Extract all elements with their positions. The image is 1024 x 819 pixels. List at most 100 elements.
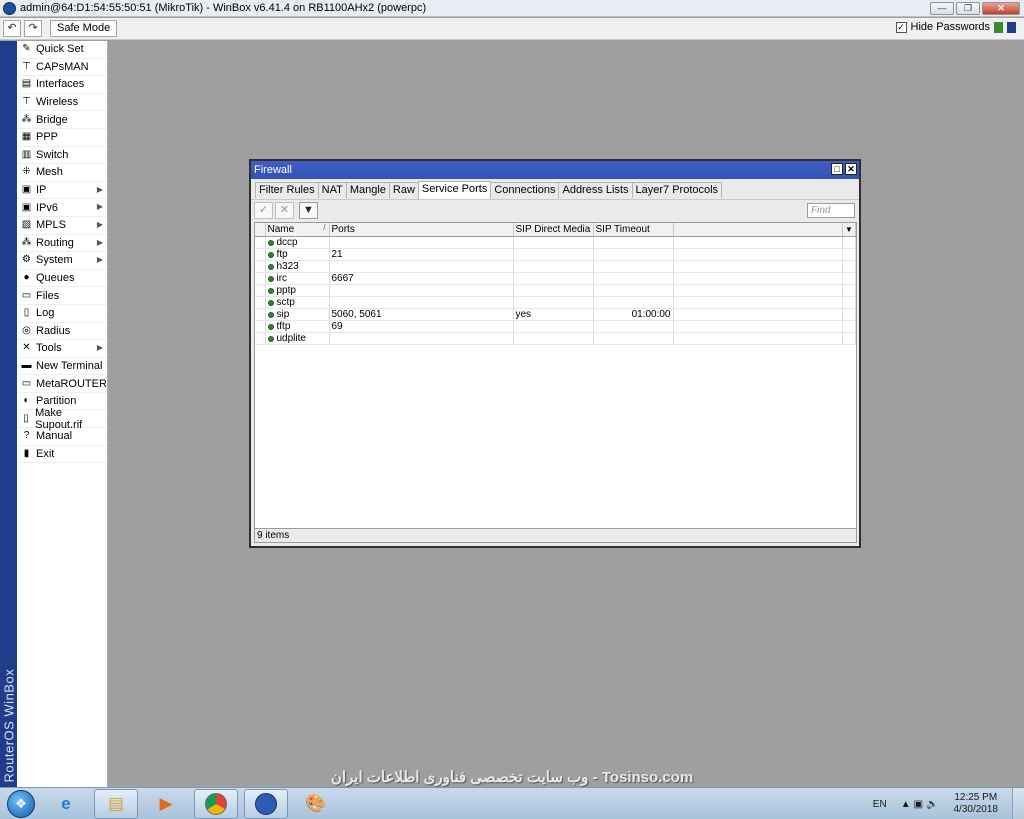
row-gutter (255, 308, 266, 321)
cell-empty (673, 248, 843, 261)
sidebar-item-ipv6[interactable]: ▣ IPv6 ▶ (17, 199, 107, 217)
submenu-arrow-icon: ▶ (96, 255, 103, 265)
sidebar-item-label: PPP (36, 131, 59, 144)
volume-icon[interactable]: 🔈 (926, 799, 941, 810)
submenu-arrow-icon: ▶ (96, 184, 103, 194)
sidebar-item-system[interactable]: ⚙ System ▶ (17, 252, 107, 270)
firewall-title-bar[interactable]: Firewall □ ✕ (251, 161, 859, 179)
column-header-sip-timeout[interactable]: SIP Timeout (593, 223, 674, 237)
minimize-button[interactable]: — (930, 1, 954, 15)
cell-sip-direct-media (513, 248, 594, 261)
sidebar-item-radius[interactable]: ◎ Radius (17, 323, 107, 341)
sidebar-item-interfaces[interactable]: ▤ Interfaces (17, 76, 107, 94)
undo-icon[interactable]: ↶ (3, 20, 21, 37)
ppp-icon: ▦ (21, 131, 32, 143)
cell-sip-timeout (593, 320, 674, 333)
sidebar-item-routing[interactable]: ⁂ Routing ▶ (17, 235, 107, 253)
file-explorer-icon[interactable]: ▤ (94, 788, 138, 819)
table-row[interactable]: pptp (255, 284, 856, 297)
tab-layer7-protocols[interactable]: Layer7 Protocols (631, 182, 723, 198)
table-row[interactable]: dccp (255, 236, 856, 249)
queues-icon: ● (23, 272, 30, 284)
table-row[interactable]: sip 5060, 5061 yes 01:00:00 (255, 308, 856, 321)
close-button[interactable]: ✕ (982, 1, 1020, 15)
start-button[interactable]: ❖ (4, 788, 38, 819)
safe-mode-button[interactable]: Safe Mode (50, 20, 118, 37)
sidebar-item-metarouter[interactable]: ▭ MetaROUTER (17, 375, 107, 393)
tab-filter-rules[interactable]: Filter Rules (255, 182, 319, 198)
paint-icon[interactable]: 🎨 (294, 789, 338, 819)
cell-sip-timeout (593, 236, 674, 249)
cell-name: pptp (265, 284, 330, 297)
tab-nat[interactable]: NAT (317, 182, 347, 198)
sidebar-item-log[interactable]: ▯ Log (17, 305, 107, 323)
sidebar-item-label: Files (36, 289, 60, 302)
sidebar-item-label: Manual (36, 430, 73, 443)
sidebar-item-tools[interactable]: ✕ Tools ▶ (17, 340, 107, 358)
chrome-icon[interactable] (194, 788, 238, 819)
sidebar-item-new-terminal[interactable]: ▬ New Terminal (17, 358, 107, 376)
table-row[interactable]: h323 (255, 260, 856, 273)
sidebar-item-ppp[interactable]: ▦ PPP (17, 129, 107, 147)
cell-name-text: ftp (276, 248, 288, 260)
enable-icon[interactable]: ✓ (254, 202, 273, 219)
show-desktop-button[interactable] (1012, 788, 1024, 819)
cell-name-text: irc (276, 272, 288, 284)
table-row[interactable]: irc 6667 (255, 272, 856, 285)
redo-icon[interactable]: ↷ (24, 20, 42, 37)
sidebar-item-manual[interactable]: ? Manual (17, 428, 107, 446)
cell-sip-timeout: 01:00:00 (593, 308, 674, 321)
sidebar-item-exit[interactable]: ▮ Exit (17, 446, 107, 464)
maximize-icon[interactable]: □ (831, 163, 843, 175)
sidebar-item-bridge[interactable]: ⁂ Bridge (17, 111, 107, 129)
table-row[interactable]: udplite (255, 332, 856, 345)
cell-empty (842, 248, 856, 261)
language-indicator[interactable]: EN (873, 799, 887, 810)
network-icon[interactable]: ▣ (914, 799, 926, 810)
sidebar-item-mesh[interactable]: ⁜ Mesh (17, 164, 107, 182)
restore-button[interactable]: ❐ (956, 1, 980, 15)
sidebar-item-label: Tools (36, 342, 62, 355)
filter-icon[interactable]: ▼ (299, 202, 318, 219)
chevron-up-icon[interactable]: ▲ (901, 799, 914, 810)
clock[interactable]: 12:25 PM 4/30/2018 (954, 792, 999, 816)
ipv6-icon: ▣ (21, 201, 32, 213)
sidebar-item-wireless[interactable]: ⊤ Wireless (17, 94, 107, 112)
table-row[interactable]: tftp 69 (255, 320, 856, 333)
sidebar-item-quick-set[interactable]: ✎ Quick Set (17, 41, 107, 59)
tab-raw[interactable]: Raw (388, 182, 419, 198)
sidebar-item-label: Partition (36, 395, 77, 408)
cell-ports: 21 (329, 248, 514, 261)
tab-address-lists[interactable]: Address Lists (558, 182, 633, 198)
tab-connections[interactable]: Connections (490, 182, 560, 198)
tab-mangle[interactable]: Mangle (345, 182, 390, 198)
column-header-sip-direct-media[interactable]: SIP Direct Media (513, 223, 594, 237)
sidebar-item-queues[interactable]: ● Queues (17, 270, 107, 288)
cell-empty (842, 284, 856, 297)
sidebar-item-switch[interactable]: ▥ Switch (17, 147, 107, 165)
sidebar-item-label: MPLS (36, 219, 66, 232)
cell-sip-timeout (593, 260, 674, 273)
close-icon[interactable]: ✕ (845, 163, 857, 175)
winbox-icon[interactable] (244, 788, 288, 819)
find-input[interactable]: Find (807, 203, 855, 218)
cell-sip-direct-media (513, 236, 594, 249)
columns-dropdown-icon[interactable]: ▼ (842, 223, 856, 237)
column-header-ports[interactable]: Ports (329, 223, 514, 237)
disable-icon[interactable]: ✕ (275, 202, 294, 219)
sidebar-item-make-supout-rif[interactable]: ▯ Make Supout.rif (17, 407, 107, 431)
hide-passwords-checkbox[interactable]: ✓ (895, 21, 907, 33)
sidebar-item-files[interactable]: ▭ Files (17, 287, 107, 305)
sidebar-item-mpls[interactable]: ▧ MPLS ▶ (17, 217, 107, 235)
tab-service-ports[interactable]: Service Ports (417, 181, 492, 199)
table-row[interactable]: sctp (255, 296, 856, 309)
sidebar-item-capsman[interactable]: ⊤ CAPsMAN (17, 59, 107, 77)
sidebar-item-ip[interactable]: ▣ IP ▶ (17, 182, 107, 200)
cell-name: ftp (265, 248, 330, 261)
media-player-icon[interactable]: ▶ (144, 789, 188, 819)
table-row[interactable]: ftp 21 (255, 248, 856, 261)
status-indicator-green (994, 21, 1003, 33)
cell-name-text: sctp (276, 296, 295, 308)
column-header-name[interactable]: Name / (265, 223, 330, 237)
internet-explorer-icon[interactable]: e (44, 789, 88, 819)
